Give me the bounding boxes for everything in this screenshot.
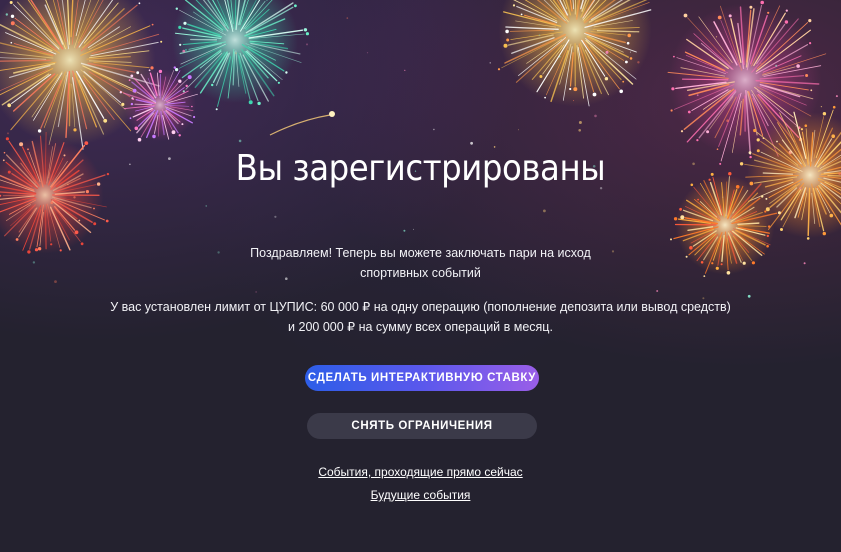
congratulations-line-2: спортивных событий bbox=[360, 266, 481, 280]
congratulations-text: Поздравляем! Теперь вы можете заключать … bbox=[0, 243, 841, 283]
registration-success-screen: Вы зарегистрированы Поздравляем! Теперь … bbox=[0, 0, 841, 552]
live-events-link-wrapper: События, проходящие прямо сейчас bbox=[0, 465, 841, 479]
future-events-link[interactable]: Будущие события bbox=[371, 488, 471, 502]
future-events-link-wrapper: Будущие события bbox=[0, 488, 841, 502]
remove-limits-button[interactable]: СНЯТЬ ОГРАНИЧЕНИЯ bbox=[307, 413, 537, 439]
main-content: Вы зарегистрированы Поздравляем! Теперь … bbox=[0, 0, 841, 552]
congratulations-line-1: Поздравляем! Теперь вы можете заключать … bbox=[250, 246, 591, 260]
live-events-link[interactable]: События, проходящие прямо сейчас bbox=[318, 465, 522, 479]
limit-info-text: У вас установлен лимит от ЦУПИС: 60 000 … bbox=[0, 297, 841, 337]
page-title: Вы зарегистрированы bbox=[235, 148, 606, 189]
limit-line-2: и 200 000 ₽ на сумму всех операций в мес… bbox=[288, 320, 553, 334]
limit-line-1: У вас установлен лимит от ЦУПИС: 60 000 … bbox=[110, 300, 731, 314]
make-interactive-bet-button[interactable]: СДЕЛАТЬ ИНТЕРАКТИВНУЮ СТАВКУ bbox=[305, 365, 539, 391]
